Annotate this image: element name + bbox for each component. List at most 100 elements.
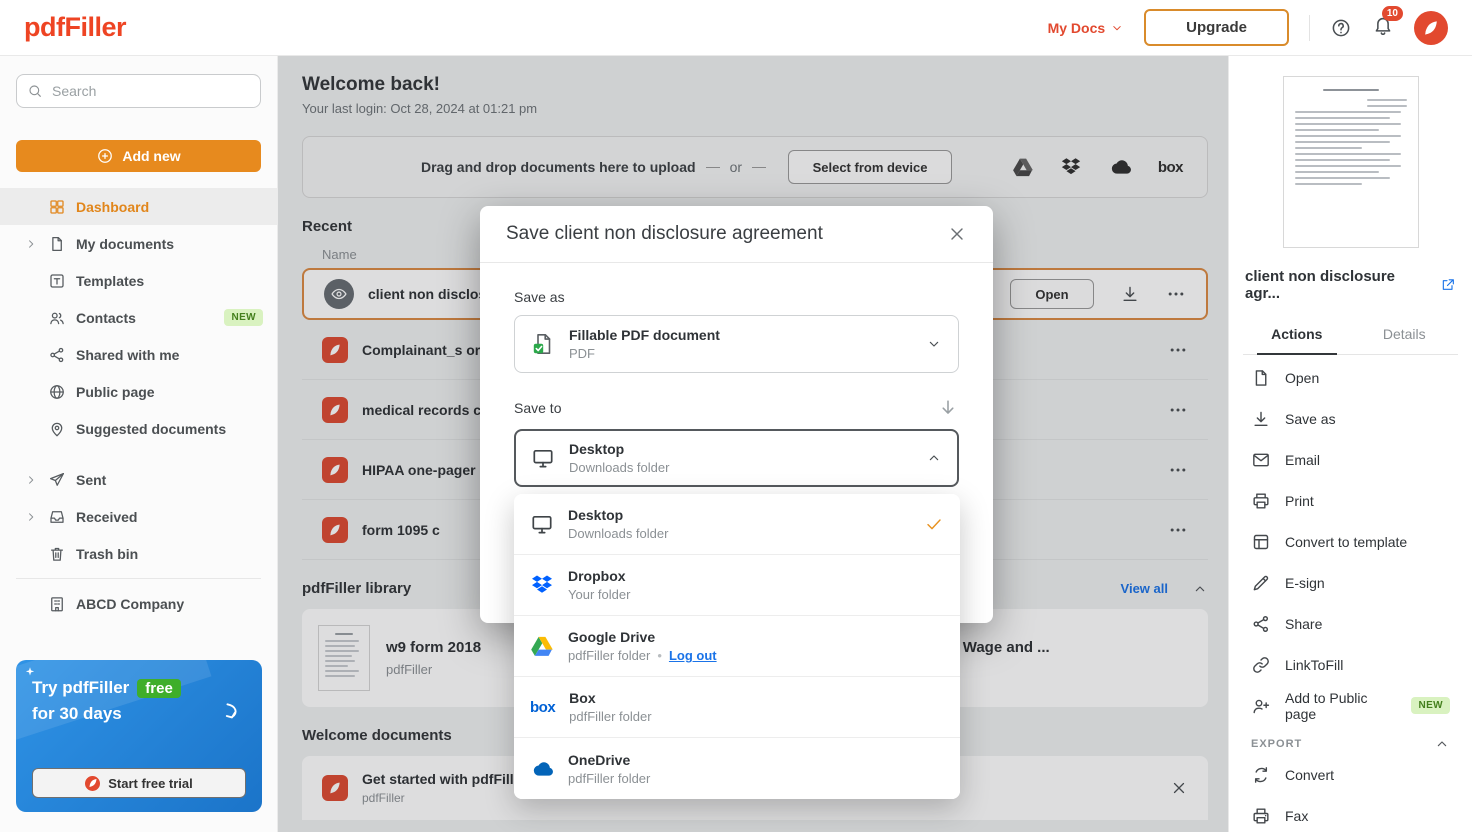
collapse-chevron-icon[interactable] bbox=[1434, 736, 1450, 752]
my-docs-menu[interactable]: My Docs bbox=[1048, 20, 1125, 36]
globe-icon bbox=[48, 383, 66, 401]
document-details-panel: client non disclosure agr... Actions Det… bbox=[1228, 56, 1472, 832]
option-texts: OneDrive pdfFiller folder bbox=[568, 752, 650, 786]
template-icon bbox=[48, 272, 66, 290]
sidebar-item-dashboard[interactable]: Dashboard bbox=[0, 188, 277, 225]
tab-actions[interactable]: Actions bbox=[1243, 316, 1351, 354]
add-new-button[interactable]: Add new bbox=[16, 140, 261, 172]
sidebar-item-label: Sent bbox=[76, 472, 106, 488]
action-share[interactable]: Share bbox=[1243, 603, 1458, 644]
add-new-label: Add new bbox=[122, 148, 180, 164]
dashboard-icon bbox=[48, 198, 66, 216]
chevron-right-icon[interactable] bbox=[24, 510, 38, 524]
option-title: Box bbox=[569, 690, 651, 706]
modal-body: Save as Fillable PDF document PDF Save t… bbox=[480, 263, 993, 487]
pdffiller-mark-icon bbox=[1421, 18, 1441, 38]
action-add-to-public-page[interactable]: Add to Public page NEW bbox=[1243, 685, 1458, 726]
external-link-icon[interactable] bbox=[1440, 277, 1456, 293]
chevron-right-icon[interactable] bbox=[24, 473, 38, 487]
dot-separator: • bbox=[657, 648, 662, 663]
free-pill: free bbox=[137, 679, 181, 698]
fax-icon bbox=[1251, 806, 1271, 826]
upgrade-button[interactable]: Upgrade bbox=[1144, 9, 1289, 46]
contacts-icon bbox=[48, 309, 66, 327]
dropdown-option-onedrive[interactable]: OneDrive pdfFiller folder bbox=[514, 738, 960, 799]
arrow-down-icon bbox=[937, 397, 959, 419]
document-icon bbox=[1251, 368, 1271, 388]
search-input[interactable] bbox=[52, 83, 250, 99]
user-plus-icon bbox=[1251, 696, 1271, 716]
destination-select[interactable]: Desktop Downloads folder bbox=[514, 429, 959, 487]
log-out-link[interactable]: Log out bbox=[669, 648, 717, 663]
select-texts: Fillable PDF document PDF bbox=[569, 327, 720, 361]
chevron-down-icon bbox=[1110, 21, 1124, 35]
sidebar-item-received[interactable]: Received bbox=[0, 498, 277, 535]
sidebar-item-trash-bin[interactable]: Trash bin bbox=[0, 535, 277, 572]
action-open[interactable]: Open bbox=[1243, 357, 1458, 398]
action-label: E-sign bbox=[1285, 575, 1325, 591]
help-icon[interactable] bbox=[1330, 17, 1352, 39]
dropdown-option-desktop[interactable]: Desktop Downloads folder bbox=[514, 494, 960, 555]
download-icon bbox=[1251, 409, 1271, 429]
trash-icon bbox=[48, 545, 66, 563]
avatar[interactable] bbox=[1414, 11, 1448, 45]
action-convert[interactable]: Convert bbox=[1243, 754, 1458, 795]
action-email[interactable]: Email bbox=[1243, 439, 1458, 480]
sidebar-item-label: Public page bbox=[76, 384, 155, 400]
promo-title-line2: for 30 days bbox=[32, 704, 246, 724]
option-subtitle-text: pdfFiller folder bbox=[568, 648, 650, 663]
pdffiller-mini-logo-icon bbox=[85, 776, 100, 791]
search-icon bbox=[27, 83, 43, 99]
dropdown-option-box[interactable]: box Box pdfFiller folder bbox=[514, 677, 960, 738]
action-convert-to-template[interactable]: Convert to template bbox=[1243, 521, 1458, 562]
action-label: Add to Public page bbox=[1285, 690, 1397, 722]
convert-icon bbox=[1251, 765, 1271, 785]
option-texts: Desktop Downloads folder bbox=[568, 507, 668, 541]
sidebar-item-sent[interactable]: Sent bbox=[0, 461, 277, 498]
promo-title-text2: for 30 days bbox=[32, 704, 122, 724]
check-icon bbox=[924, 514, 944, 534]
document-preview-thumbnail[interactable] bbox=[1283, 76, 1419, 248]
panel-tabs: Actions Details bbox=[1243, 316, 1458, 355]
sidebar-item-public-page[interactable]: Public page bbox=[0, 373, 277, 410]
sidebar-item-shared-with-me[interactable]: Shared with me bbox=[0, 336, 277, 373]
fillable-pdf-icon bbox=[531, 332, 555, 356]
close-icon[interactable] bbox=[947, 224, 967, 244]
sidebar-item-label: ABCD Company bbox=[76, 596, 184, 612]
actions-list: Open Save as Email Print Convert to temp… bbox=[1243, 357, 1458, 726]
chevron-down-icon bbox=[926, 336, 942, 352]
chevron-right-icon[interactable] bbox=[24, 237, 38, 251]
dropdown-option-dropbox[interactable]: Dropbox Your folder bbox=[514, 555, 960, 616]
start-free-trial-button[interactable]: Start free trial bbox=[32, 768, 246, 798]
sidebar-item-templates[interactable]: Templates bbox=[0, 262, 277, 299]
select-texts: Desktop Downloads folder bbox=[569, 441, 669, 475]
sidebar-item-my-documents[interactable]: My documents bbox=[0, 225, 277, 262]
action-print[interactable]: Print bbox=[1243, 480, 1458, 521]
action-fax[interactable]: Fax bbox=[1243, 795, 1458, 832]
sidebar-item-suggested-documents[interactable]: Suggested documents bbox=[0, 410, 277, 447]
new-badge: NEW bbox=[1411, 697, 1450, 714]
format-select[interactable]: Fillable PDF document PDF bbox=[514, 315, 959, 373]
export-section-header: EXPORT bbox=[1243, 736, 1458, 752]
action-e-sign[interactable]: E-sign bbox=[1243, 562, 1458, 603]
sidebar-item-contacts[interactable]: Contacts NEW bbox=[0, 299, 277, 336]
sidebar-item-abcd-company[interactable]: ABCD Company bbox=[0, 585, 277, 622]
sidebar-item-label: Received bbox=[76, 509, 137, 525]
search-box[interactable] bbox=[16, 74, 261, 108]
notifications-bell[interactable]: 10 bbox=[1372, 14, 1394, 41]
promo-title-line1: Try pdfFiller free bbox=[32, 678, 246, 698]
dropdown-option-google-drive[interactable]: Google Drive pdfFiller folder • Log out bbox=[514, 616, 960, 677]
option-title: OneDrive bbox=[568, 752, 650, 768]
link-icon bbox=[1251, 655, 1271, 675]
share-icon bbox=[48, 346, 66, 364]
save-as-label: Save as bbox=[514, 289, 959, 305]
pdffiller-app: pdfFiller My Docs Upgrade 10 Add bbox=[0, 0, 1472, 832]
action-label: Share bbox=[1285, 616, 1322, 632]
action-save-as[interactable]: Save as bbox=[1243, 398, 1458, 439]
top-header: pdfFiller My Docs Upgrade 10 bbox=[0, 0, 1472, 56]
action-label: Fax bbox=[1285, 808, 1308, 824]
action-label: Email bbox=[1285, 452, 1320, 468]
action-linktofill[interactable]: LinkToFill bbox=[1243, 644, 1458, 685]
tab-details[interactable]: Details bbox=[1351, 316, 1459, 354]
pdffiller-logo[interactable]: pdfFiller bbox=[24, 12, 126, 43]
